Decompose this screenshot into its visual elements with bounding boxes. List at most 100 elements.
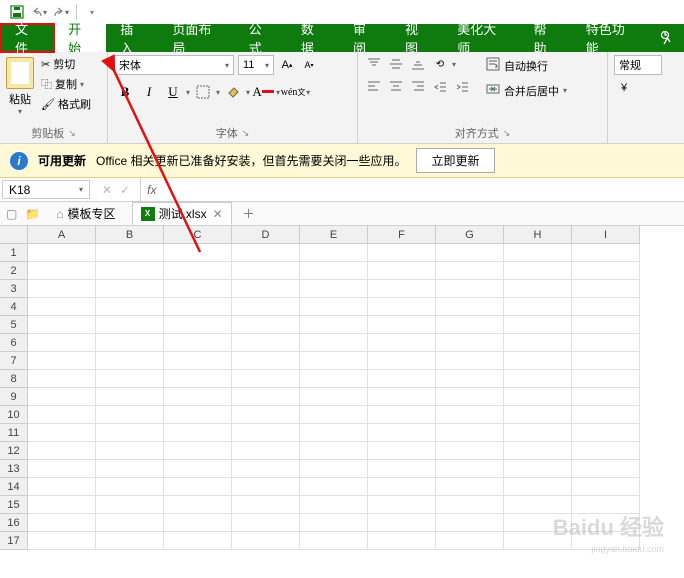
cell[interactable] [504,442,572,460]
merge-center-button[interactable]: 合并后居中 ▾ [484,80,569,101]
column-header[interactable]: D [232,226,300,244]
cell[interactable] [504,352,572,370]
cell[interactable] [164,280,232,298]
cell[interactable] [572,352,640,370]
cell[interactable] [232,262,300,280]
row-header[interactable]: 7 [0,352,28,370]
decrease-indent-icon[interactable] [430,77,450,95]
cell[interactable] [232,280,300,298]
cell[interactable] [232,370,300,388]
font-size-select[interactable]: 11▾ [238,55,274,75]
cell[interactable] [232,424,300,442]
row-header[interactable]: 4 [0,298,28,316]
cell[interactable] [300,244,368,262]
cell[interactable] [368,298,436,316]
cell[interactable] [368,514,436,532]
cell[interactable] [28,460,96,478]
row-header[interactable]: 1 [0,244,28,262]
open-folder-icon[interactable]: 📁 [25,207,40,221]
cell[interactable] [300,352,368,370]
cell[interactable] [164,262,232,280]
cell[interactable] [300,460,368,478]
cell[interactable] [504,406,572,424]
cell[interactable] [96,334,164,352]
cell[interactable] [368,460,436,478]
cell[interactable] [96,532,164,550]
close-tab-icon[interactable]: ✕ [213,207,223,221]
cell[interactable] [504,244,572,262]
tab-view[interactable]: 视图 [391,24,443,52]
cell[interactable] [28,298,96,316]
cell[interactable] [28,496,96,514]
dialog-launcher-icon[interactable]: ↘ [503,128,511,139]
cut-button[interactable]: ✂ 剪切 [38,55,94,73]
tab-home[interactable]: 开始 [54,24,106,52]
dialog-launcher-icon[interactable]: ↘ [68,128,76,139]
cell[interactable] [96,460,164,478]
cell[interactable] [504,532,572,550]
row-header[interactable]: 12 [0,442,28,460]
cell[interactable] [300,298,368,316]
cell[interactable] [504,460,572,478]
cell[interactable] [368,424,436,442]
cell[interactable] [368,532,436,550]
new-doc-icon[interactable]: ▢ [6,207,17,221]
fill-color-button[interactable] [222,81,244,103]
select-all-corner[interactable] [0,226,28,244]
cell[interactable] [232,244,300,262]
row-header[interactable]: 11 [0,424,28,442]
cell[interactable] [96,280,164,298]
cell[interactable] [572,316,640,334]
cell[interactable] [164,370,232,388]
cell[interactable] [436,406,504,424]
cell[interactable] [300,262,368,280]
cell[interactable] [368,334,436,352]
align-right-icon[interactable] [408,77,428,95]
cell[interactable] [504,424,572,442]
tab-data[interactable]: 数据 [287,24,339,52]
column-header[interactable]: G [436,226,504,244]
orientation-icon[interactable]: ⟲ [430,55,450,73]
column-header[interactable]: E [300,226,368,244]
cell[interactable] [164,424,232,442]
tab-insert[interactable]: 插入 [106,24,158,52]
copy-button[interactable]: ⿻ 复制 ▾ [38,75,94,93]
cell[interactable] [504,262,572,280]
name-box[interactable]: K18▾ [2,180,90,199]
cell[interactable] [572,406,640,424]
update-now-button[interactable]: 立即更新 [416,148,494,173]
tab-help[interactable]: 帮助 [520,24,572,52]
cell[interactable] [96,388,164,406]
cell[interactable] [28,352,96,370]
cell[interactable] [28,532,96,550]
cell[interactable] [300,496,368,514]
cell[interactable] [164,334,232,352]
cell[interactable] [436,244,504,262]
cell[interactable] [368,262,436,280]
cell[interactable] [572,460,640,478]
cell[interactable] [504,280,572,298]
cell[interactable] [28,370,96,388]
cell[interactable] [368,280,436,298]
decrease-font-icon[interactable]: A▾ [300,56,318,74]
cell[interactable] [368,352,436,370]
cell[interactable] [436,442,504,460]
cell[interactable] [96,244,164,262]
cell[interactable] [300,514,368,532]
cell[interactable] [232,496,300,514]
cell[interactable] [572,334,640,352]
cell[interactable] [504,370,572,388]
cell[interactable] [164,460,232,478]
cell[interactable] [300,334,368,352]
cell[interactable] [28,262,96,280]
increase-indent-icon[interactable] [452,77,472,95]
format-painter-button[interactable]: 🖌 格式刷 [38,95,94,113]
cell[interactable] [232,442,300,460]
cell[interactable] [572,442,640,460]
cell[interactable] [436,280,504,298]
cell[interactable] [96,370,164,388]
cell[interactable] [436,424,504,442]
cell[interactable] [572,496,640,514]
cell[interactable] [232,532,300,550]
cell[interactable] [436,388,504,406]
